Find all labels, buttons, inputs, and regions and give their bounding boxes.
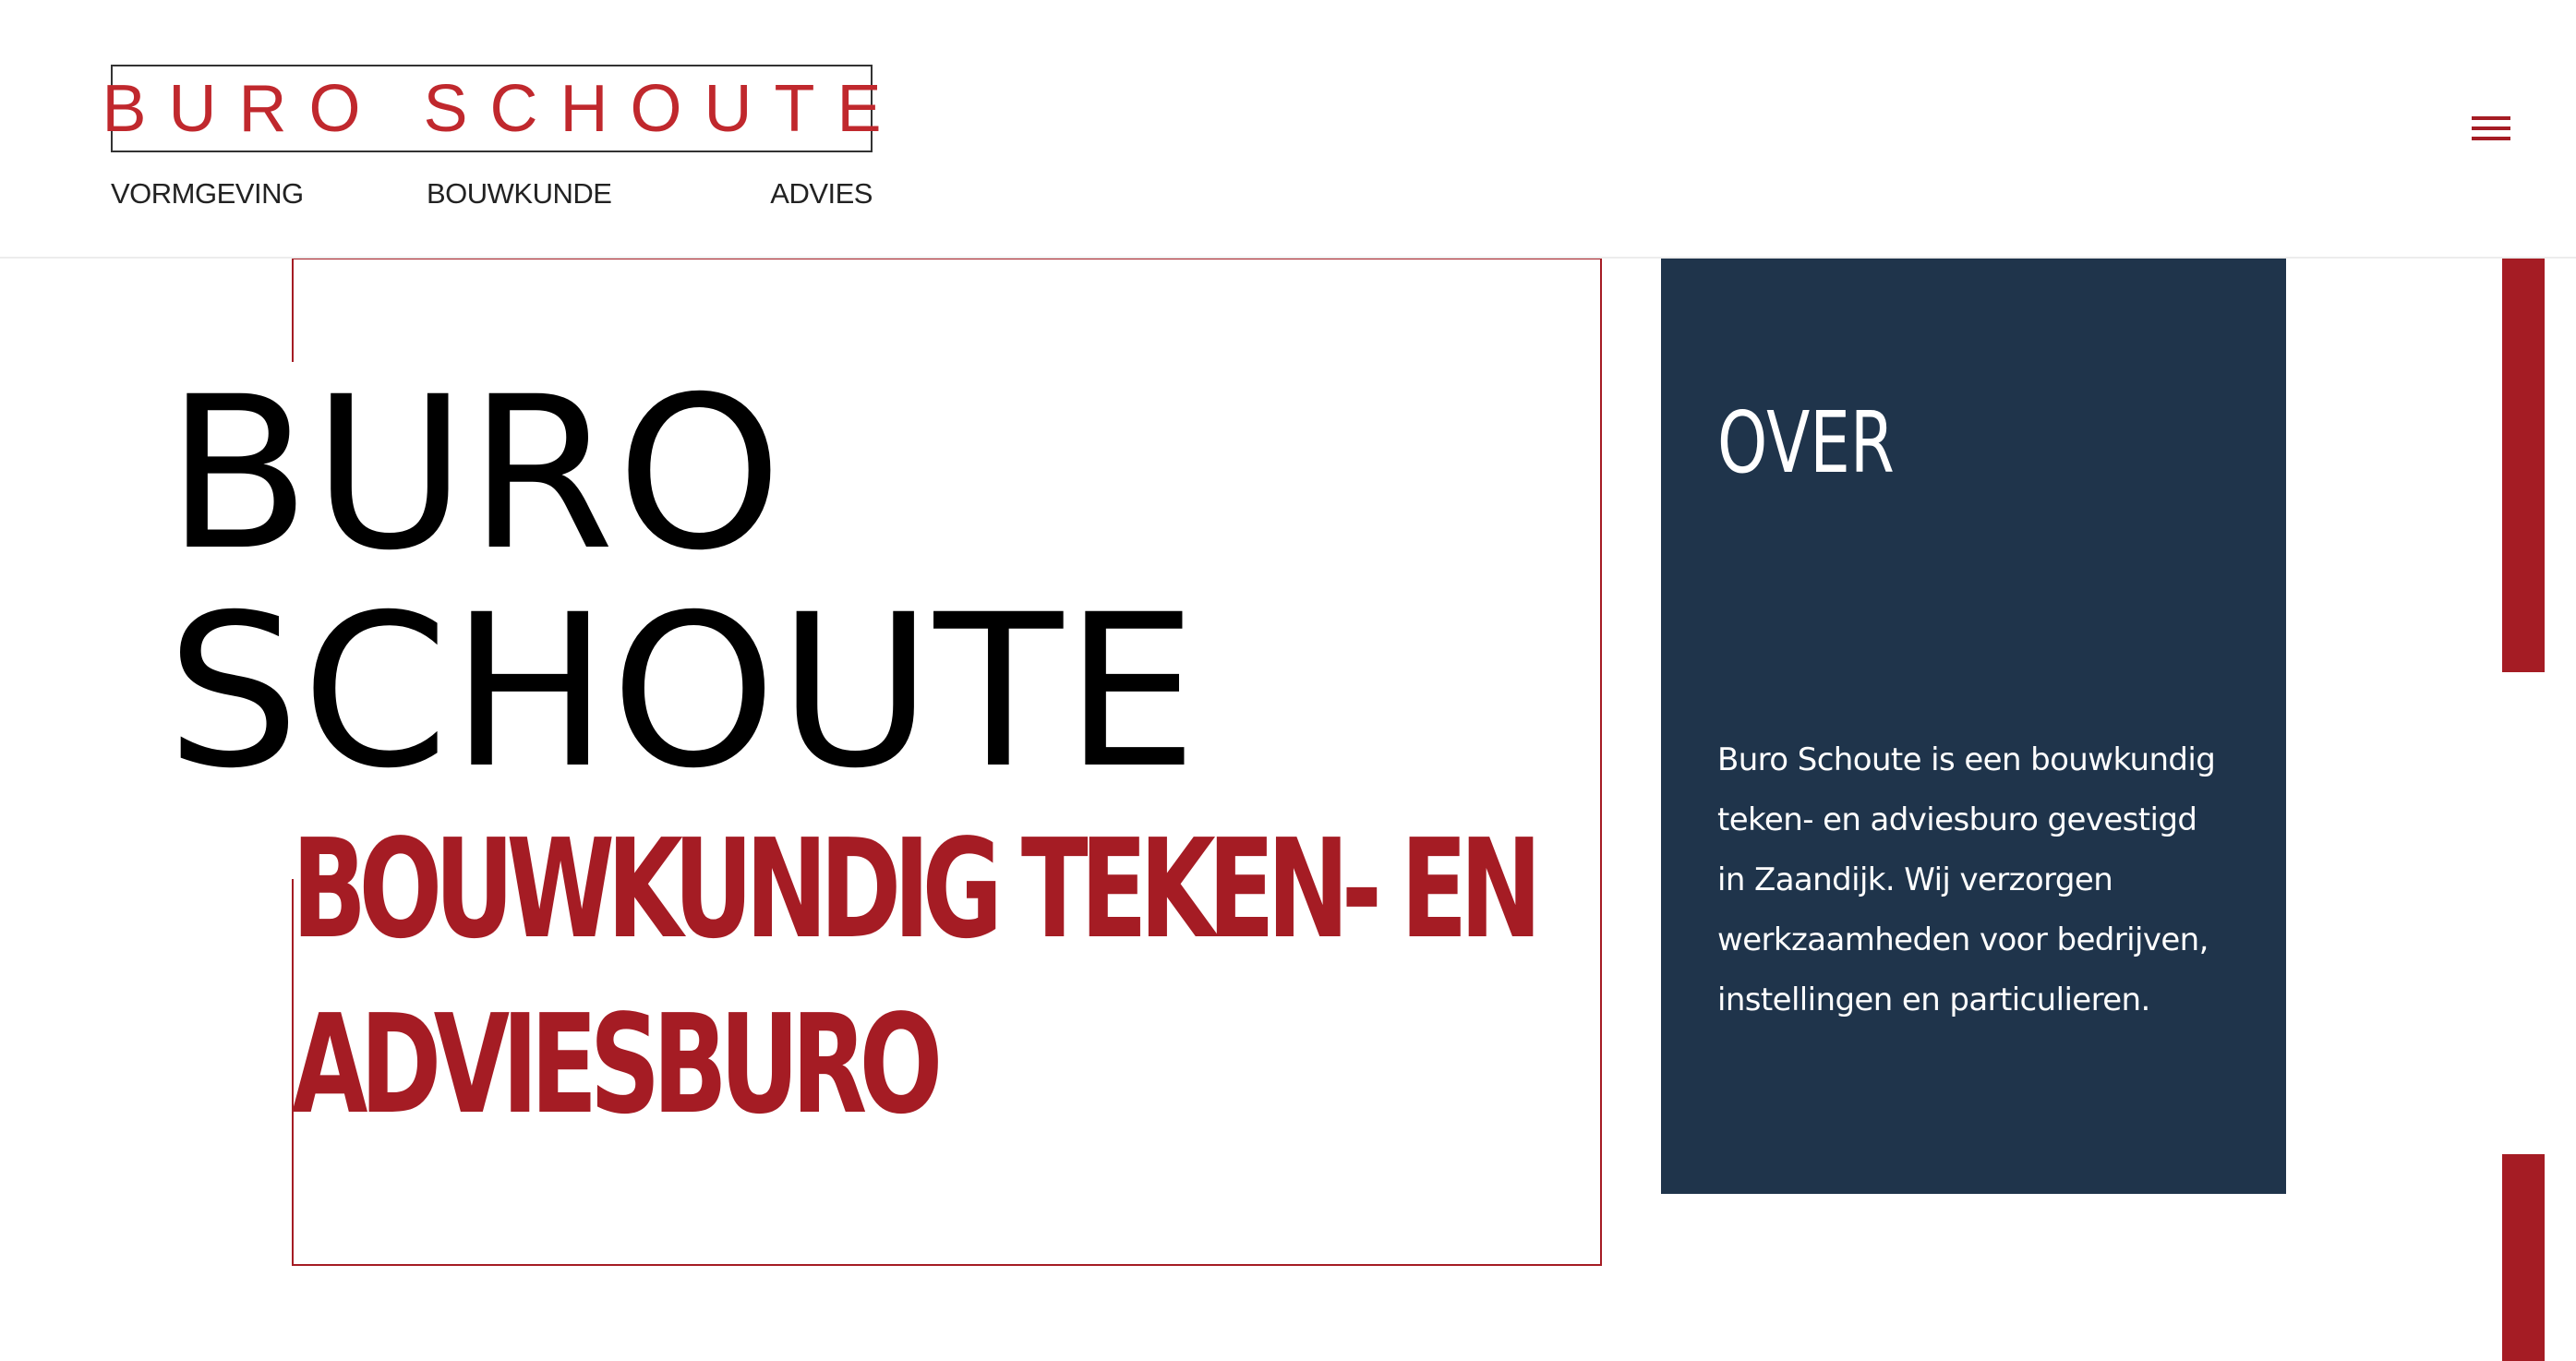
- over-panel: OVER Buro Schoute is een bouwkundig teke…: [1661, 259, 2286, 1194]
- over-heading: OVER: [1717, 393, 1895, 492]
- decorative-red-bar: [2502, 259, 2545, 672]
- site-header: BURO SCHOUTE VORMGEVING BOUWKUNDE ADVIES: [0, 0, 2576, 259]
- hero-subtitle: BOUWKUNDIG TEKEN- EN ADVIESBURO: [292, 801, 1542, 1152]
- hero-title: BURO SCHOUTE: [166, 365, 1199, 801]
- nav-item-vormgeving[interactable]: VORMGEVING: [111, 175, 304, 212]
- main-nav: VORMGEVING BOUWKUNDE ADVIES: [111, 175, 873, 212]
- menu-bar: [2472, 116, 2510, 120]
- hero-subtitle-line: BOUWKUNDIG TEKEN- EN: [292, 810, 1542, 969]
- hero-title-line: BURO: [166, 351, 785, 596]
- over-text-line: Buro Schoute is een bouwkundig: [1717, 741, 2216, 778]
- over-text-line: teken- en adviesburo gevestigd: [1717, 801, 2197, 838]
- over-text-line: in Zaandijk. Wij verzorgen: [1717, 861, 2113, 898]
- decorative-red-bar: [2502, 1154, 2545, 1361]
- hero-subtitle-line: ADVIESBURO: [292, 985, 943, 1144]
- nav-item-bouwkunde[interactable]: BOUWKUNDE: [427, 175, 612, 212]
- nav-item-advies[interactable]: ADVIES: [770, 175, 873, 212]
- logo-text: BURO SCHOUTE: [102, 71, 904, 146]
- over-text-line: instellingen en particulieren.: [1717, 982, 2150, 1018]
- hero-title-line: SCHOUTE: [166, 569, 1200, 814]
- menu-bar: [2472, 137, 2510, 140]
- menu-bar: [2472, 126, 2510, 130]
- page: BURO SCHOUTE VORMGEVING BOUWKUNDE ADVIES…: [0, 0, 2576, 1361]
- hamburger-menu-icon[interactable]: [2472, 114, 2510, 142]
- over-text-line: werkzaamheden voor bedrijven,: [1717, 921, 2209, 958]
- over-description: Buro Schoute is een bouwkundig teken- en…: [1717, 730, 2253, 1030]
- site-logo[interactable]: BURO SCHOUTE: [102, 65, 882, 152]
